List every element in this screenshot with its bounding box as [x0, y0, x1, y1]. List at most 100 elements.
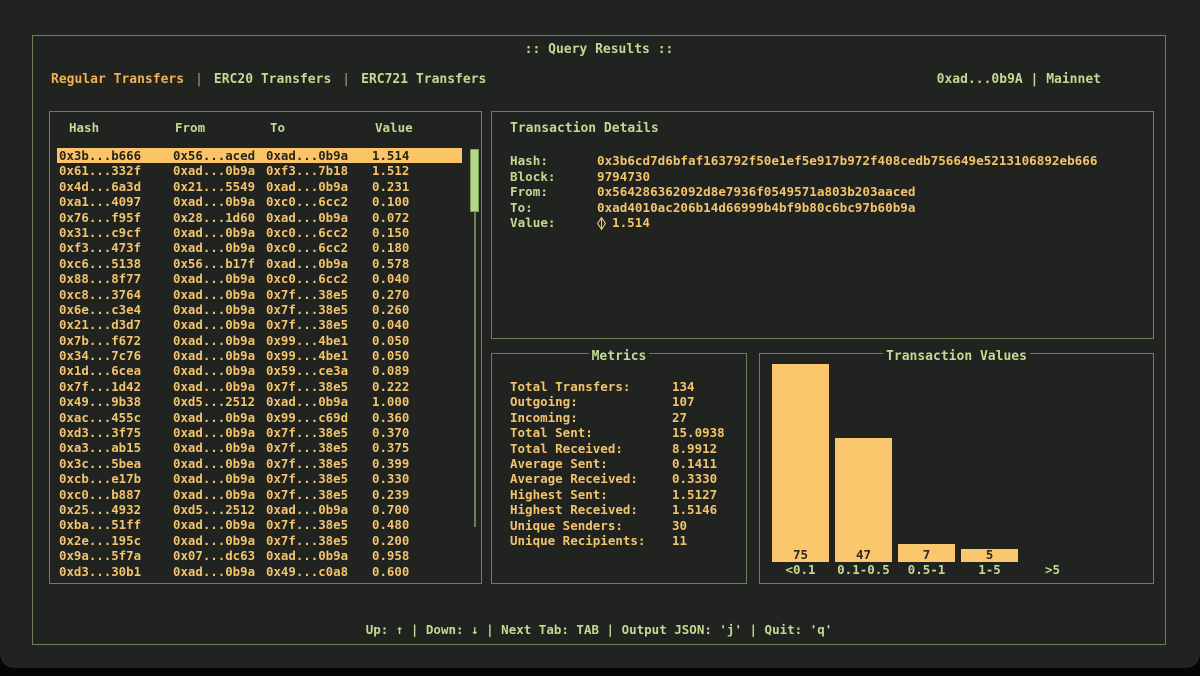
tab-separator: |	[342, 72, 350, 87]
cell-hash: 0x88...8f77	[57, 271, 173, 286]
metric-label: Total Received:	[510, 441, 623, 456]
x-tick-label: <0.1	[769, 562, 832, 577]
cell-to: 0x59...ce3a	[266, 363, 372, 378]
table-row[interactable]: 0x7b...f6720xad...0b9a0x99...4be10.050	[57, 333, 462, 348]
metric-value: 107	[672, 394, 695, 409]
cell-hash: 0x7b...f672	[57, 333, 173, 348]
cell-to: 0x7f...38e5	[266, 517, 372, 532]
cell-from: 0xad...0b9a	[173, 348, 266, 363]
cell-value: 0.050	[372, 348, 460, 363]
table-row[interactable]: 0x61...332f0xad...0b9a0xf3...7b181.512	[57, 163, 462, 178]
table-row[interactable]: 0x31...c9cf0xad...0b9a0xc0...6cc20.150	[57, 225, 462, 240]
tab-bar: Regular Transfers|ERC20 Transfers|ERC721…	[51, 72, 486, 87]
cell-value: 0.239	[372, 487, 460, 502]
table-row[interactable]: 0x3b...b6660x56...aced0xad...0b9a1.514	[57, 148, 462, 163]
cell-from: 0xad...0b9a	[173, 533, 266, 548]
bar-value-label: 7	[898, 548, 955, 562]
metric-row-average-received: Average Received:0.3330	[510, 471, 732, 486]
cell-value: 0.260	[372, 302, 460, 317]
metric-row-highest-sent: Highest Sent:1.5127	[510, 487, 732, 502]
table-row[interactable]: 0xa1...40970xad...0b9a0xc0...6cc20.100	[57, 194, 462, 209]
table-row[interactable]: 0xba...51ff0xad...0b9a0x7f...38e50.480	[57, 517, 462, 532]
metric-row-unique-senders: Unique Senders:30	[510, 518, 732, 533]
detail-value: 0xad4010ac206b14d66999b4bf9b80c6bc97b60b…	[597, 200, 915, 216]
cell-value: 0.200	[372, 533, 460, 548]
table-row[interactable]: 0x1d...6cea0xad...0b9a0x59...ce3a0.089	[57, 363, 462, 378]
cell-value: 0.270	[372, 287, 460, 302]
cell-from: 0xad...0b9a	[173, 225, 266, 240]
table-header-row: Hash From To Value	[57, 120, 462, 135]
cell-from: 0xad...0b9a	[173, 564, 266, 579]
detail-label: From:	[510, 184, 597, 200]
table-row[interactable]: 0xac...455c0xad...0b9a0x99...c69d0.360	[57, 410, 462, 425]
cell-from: 0xad...0b9a	[173, 287, 266, 302]
chart-slot-0-1: 75	[769, 364, 832, 562]
metric-row-total-transfers: Total Transfers:134	[510, 379, 732, 394]
cell-hash: 0x6e...c3e4	[57, 302, 173, 317]
table-row[interactable]: 0xd3...30b10xad...0b9a0x49...c0a80.600	[57, 564, 462, 579]
cell-value: 0.958	[372, 548, 460, 563]
table-row[interactable]: 0xa3...ab150xad...0b9a0x7f...38e50.375	[57, 440, 462, 455]
table-row[interactable]: 0x25...49320xd5...25120xad...0b9a0.700	[57, 502, 462, 517]
metric-row-incoming: Incoming:27	[510, 410, 732, 425]
cell-value: 0.050	[372, 333, 460, 348]
cell-to: 0xad...0b9a	[266, 394, 372, 409]
table-row[interactable]: 0xd3...3f750xad...0b9a0x7f...38e50.370	[57, 425, 462, 440]
table-row[interactable]: 0x76...f95f0x28...1d600xad...0b9a0.072	[57, 210, 462, 225]
metric-label: Average Received:	[510, 471, 638, 486]
tab-erc20-transfers[interactable]: ERC20 Transfers	[214, 72, 331, 87]
bar-value-label: 75	[772, 548, 829, 562]
table-row[interactable]: 0x88...8f770xad...0b9a0xc0...6cc20.040	[57, 271, 462, 286]
cell-from: 0xad...0b9a	[173, 271, 266, 286]
metric-label: Highest Received:	[510, 502, 638, 517]
cell-to: 0x99...4be1	[266, 333, 372, 348]
cell-hash: 0x4d...6a3d	[57, 179, 173, 194]
cell-to: 0xad...0b9a	[266, 210, 372, 225]
cell-to: 0xc0...6cc2	[266, 271, 372, 286]
table-row[interactable]: 0xc6...51380x56...b17f0xad...0b9a0.578	[57, 256, 462, 271]
detail-row-to: To:0xad4010ac206b14d66999b4bf9b80c6bc97b…	[510, 200, 1097, 216]
x-tick-label: 0.5-1	[895, 562, 958, 577]
table-row[interactable]: 0xcb...e17b0xad...0b9a0x7f...38e50.330	[57, 471, 462, 486]
transaction-details-panel: Transaction Details Hash:0x3b6cd7d6bfaf1…	[491, 111, 1154, 339]
cell-value: 0.360	[372, 410, 460, 425]
wallet-network-label: 0xad...0b9A | Mainnet	[937, 72, 1101, 87]
tab-regular-transfers[interactable]: Regular Transfers	[51, 72, 184, 87]
detail-label: To:	[510, 200, 597, 216]
cell-value: 0.040	[372, 271, 460, 286]
table-row[interactable]: 0x9a...5f7a0x07...dc630xad...0b9a0.958	[57, 548, 462, 563]
table-row[interactable]: 0x49...9b380xd5...25120xad...0b9a1.000	[57, 394, 462, 409]
detail-label: Hash:	[510, 153, 597, 169]
table-row[interactable]: 0x6e...c3e40xad...0b9a0x7f...38e50.260	[57, 302, 462, 317]
detail-row-hash: Hash:0x3b6cd7d6bfaf163792f50e1ef5e917b97…	[510, 153, 1097, 169]
cell-value: 0.180	[372, 240, 460, 255]
detail-value: 1.514	[597, 215, 650, 231]
table-row[interactable]: 0x3c...5bea0xad...0b9a0x7f...38e50.399	[57, 456, 462, 471]
metric-label: Total Sent:	[510, 425, 593, 440]
tab-erc721-transfers[interactable]: ERC721 Transfers	[361, 72, 486, 87]
table-row[interactable]: 0x7f...1d420xad...0b9a0x7f...38e50.222	[57, 379, 462, 394]
cell-from: 0xad...0b9a	[173, 425, 266, 440]
table-row[interactable]: 0x21...d3d70xad...0b9a0x7f...38e50.040	[57, 317, 462, 332]
table-header-to: To	[266, 120, 372, 135]
table-row[interactable]: 0xf3...473f0xad...0b9a0xc0...6cc20.180	[57, 240, 462, 255]
bar-1-5: 5	[961, 549, 1018, 562]
cell-from: 0x56...b17f	[173, 256, 266, 271]
app-frame: :: Query Results :: Regular Transfers|ER…	[32, 35, 1166, 645]
cell-hash: 0xc6...5138	[57, 256, 173, 271]
cell-value: 0.330	[372, 471, 460, 486]
table-row[interactable]: 0x4d...6a3d0x21...55490xad...0b9a0.231	[57, 179, 462, 194]
table-row[interactable]: 0xc0...b8870xad...0b9a0x7f...38e50.239	[57, 487, 462, 502]
detail-label: Value:	[510, 215, 597, 231]
table-row[interactable]: 0x34...7c760xad...0b9a0x99...4be10.050	[57, 348, 462, 363]
table-header-hash: Hash	[57, 120, 173, 135]
metric-value: 134	[672, 379, 695, 394]
table-row[interactable]: 0x2e...195c0xad...0b9a0x7f...38e50.200	[57, 533, 462, 548]
metric-row-unique-recipients: Unique Recipients:11	[510, 533, 732, 548]
cell-to: 0x7f...38e5	[266, 440, 372, 455]
scrollbar-thumb[interactable]	[470, 149, 479, 212]
table-row[interactable]: 0xc8...37640xad...0b9a0x7f...38e50.270	[57, 287, 462, 302]
metric-label: Outgoing:	[510, 394, 578, 409]
cell-from: 0xad...0b9a	[173, 194, 266, 209]
cell-hash: 0xa1...4097	[57, 194, 173, 209]
